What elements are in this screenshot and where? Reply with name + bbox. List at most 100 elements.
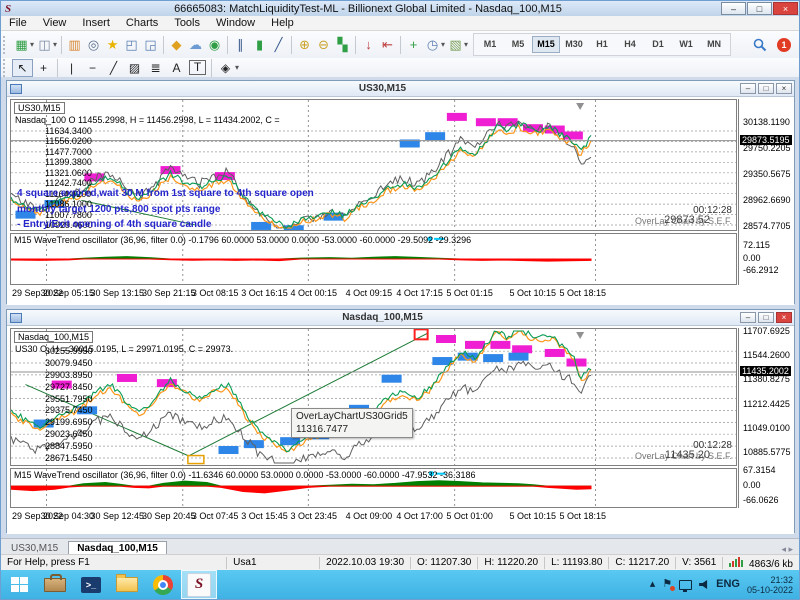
time-axis-label: 5 Oct 10:15 <box>509 511 556 521</box>
chart-minimize-button[interactable]: – <box>740 83 756 94</box>
strategy-tester-icon[interactable]: ◲ <box>141 35 160 54</box>
time-scale[interactable]: 29 Sep 202230 Sep 04:3030 Sep 12:4530 Se… <box>10 510 737 523</box>
fibonacci-tool-icon[interactable]: ≣ <box>145 59 166 77</box>
timeframe-MN[interactable]: MN <box>700 36 728 53</box>
chart-symbol-label: US30,M15 <box>14 102 65 114</box>
terminal-icon[interactable]: ◰ <box>122 35 141 54</box>
menu-insert[interactable]: Insert <box>74 16 118 30</box>
clock-time: 21:32 <box>770 575 793 585</box>
maximize-button[interactable]: □ <box>747 2 772 15</box>
cursor-tool-icon[interactable]: ↖ <box>12 59 33 77</box>
volume-icon[interactable] <box>699 580 709 589</box>
timeframe-M15[interactable]: M15 <box>532 36 560 53</box>
taskbar-chrome-icon[interactable] <box>145 570 181 599</box>
taskbar-clock[interactable]: 21:3205-10-2022 <box>747 575 793 595</box>
metaeditor-icon[interactable]: ☁ <box>186 35 205 54</box>
toolbar-separator <box>227 36 228 54</box>
crosshair-tool-icon[interactable]: + <box>33 59 54 77</box>
chart-restore-button[interactable]: □ <box>758 312 774 323</box>
tabs-scroll-right-icon[interactable]: ▸ <box>788 544 793 554</box>
minimize-button[interactable]: – <box>721 2 746 15</box>
search-icon[interactable] <box>753 38 767 52</box>
chart-restore-button[interactable]: □ <box>758 83 774 94</box>
text-tool-icon[interactable]: A <box>166 59 187 77</box>
zoom-in-icon[interactable]: ⊕ <box>295 35 314 54</box>
taskbar-server-manager-icon[interactable] <box>37 570 73 599</box>
tile-windows-icon[interactable]: ▚ <box>333 35 352 54</box>
oscillator-scale-label: 0.00 <box>743 480 761 490</box>
templates-dropdown-icon[interactable]: ▾ <box>464 40 468 49</box>
menu-charts[interactable]: Charts <box>118 16 166 30</box>
templates-icon[interactable]: ▧ <box>446 35 465 54</box>
periods-dropdown-icon[interactable]: ▾ <box>441 40 445 49</box>
chart-tab-nasdaq-100-m15[interactable]: Nasdaq_100,M15 <box>68 541 167 555</box>
menu-file[interactable]: File <box>1 16 35 30</box>
menu-help[interactable]: Help <box>263 16 302 30</box>
new-chart-dropdown-icon[interactable]: ▾ <box>30 40 34 49</box>
chart-window-us30: US30,M15 –□× US30,M15Nasdaq_100 O 11455.29… <box>6 80 795 304</box>
timeframe-W1[interactable]: W1 <box>672 36 700 53</box>
windows-taskbar: >_ S ▴ ⚑ ENG 21:3205-10-2022 <box>1 570 799 599</box>
chart-close-button[interactable]: × <box>776 312 792 323</box>
main-chart-panel: US30,M15Nasdaq_100 O 11455.2998, H = 114… <box>10 99 737 231</box>
notification-badge[interactable]: 1 <box>777 38 791 52</box>
auto-scroll-icon[interactable]: ↓ <box>359 35 378 54</box>
text-label-tool-icon[interactable]: T <box>189 60 206 75</box>
new-chart-icon[interactable]: ▦ <box>12 35 31 54</box>
menu-view[interactable]: View <box>35 16 75 30</box>
timeframe-M1[interactable]: M1 <box>476 36 504 53</box>
autotrading-icon[interactable]: ◉ <box>205 35 224 54</box>
hidden-icons-arrow[interactable]: ▴ <box>650 579 656 590</box>
equidistant-channel-tool-icon[interactable]: ▨ <box>124 59 145 77</box>
timeframe-M5[interactable]: M5 <box>504 36 532 53</box>
vertical-line-tool-icon[interactable]: | <box>61 59 82 77</box>
action-center-icon[interactable]: ⚑ <box>662 579 672 590</box>
taskbar-file-explorer-icon[interactable] <box>109 570 145 599</box>
profiles-icon[interactable]: ◫ <box>35 35 54 54</box>
menu-tools[interactable]: Tools <box>166 16 208 30</box>
data-window-icon[interactable]: ◎ <box>84 35 103 54</box>
start-button[interactable] <box>1 570 37 599</box>
price-scale-label: 11544.2600 <box>743 350 790 360</box>
timeframe-M30[interactable]: M30 <box>560 36 588 53</box>
trendline-tool-icon[interactable]: ╱ <box>103 59 124 77</box>
menu-window[interactable]: Window <box>208 16 263 30</box>
timeframe-H4[interactable]: H4 <box>616 36 644 53</box>
candlestick-chart-icon[interactable]: ▮ <box>250 35 269 54</box>
chart-close-button[interactable]: × <box>776 83 792 94</box>
profiles-dropdown-icon[interactable]: ▾ <box>53 40 57 49</box>
close-button[interactable]: × <box>773 2 798 15</box>
market-watch-icon[interactable]: ▥ <box>65 35 84 54</box>
line-chart-icon[interactable]: ╱ <box>269 35 288 54</box>
time-scale[interactable]: 29 Sep 202230 Sep 05:1530 Sep 13:1530 Se… <box>10 287 737 300</box>
indicators-icon[interactable]: + <box>404 35 423 54</box>
oscillator-scale-label: -66.0626 <box>743 495 779 505</box>
price-scale[interactable]: 30138.119029750.220529350.567528962.6690… <box>738 99 795 285</box>
timeframe-H1[interactable]: H1 <box>588 36 616 53</box>
price-scale-label: 30138.1190 <box>743 117 790 127</box>
price-scale-label: 28962.6690 <box>743 195 791 205</box>
zoom-out-icon[interactable]: ⊖ <box>314 35 333 54</box>
arrows-tool-icon[interactable]: ◈ <box>215 59 236 77</box>
chrome-glyph <box>153 575 173 595</box>
chart-shift-icon[interactable]: ⇤ <box>378 35 397 54</box>
server-manager-glyph <box>44 578 66 592</box>
periods-icon[interactable]: ◷ <box>423 35 442 54</box>
price-scale[interactable]: 11707.692511544.260011380.827511212.4425… <box>738 328 795 508</box>
navigator-icon[interactable]: ★ <box>103 35 122 54</box>
bar-chart-icon[interactable]: ∥ <box>231 35 250 54</box>
horizontal-line-tool-icon[interactable]: − <box>82 59 103 77</box>
new-order-icon[interactable]: ◆ <box>167 35 186 54</box>
overlay-grid-price: 28671.5450 <box>45 453 93 463</box>
chart-minimize-button[interactable]: – <box>740 312 756 323</box>
oscillator-panel: M15 WaveTrend oscillator (36,96, filter … <box>10 468 737 508</box>
tooltip-line1: OverLayChartUS30Grid5 <box>296 411 408 422</box>
arrows-dropdown-icon[interactable]: ▾ <box>235 63 239 72</box>
taskbar-powershell-icon[interactable]: >_ <box>73 570 109 599</box>
network-icon[interactable] <box>679 580 692 590</box>
taskbar-metatrader-icon[interactable]: S <box>181 570 217 599</box>
oscillator-scale-label: -66.2912 <box>743 265 779 275</box>
timeframe-D1[interactable]: D1 <box>644 36 672 53</box>
language-indicator[interactable]: ENG <box>716 579 740 590</box>
metatrader-glyph: S <box>187 573 211 597</box>
